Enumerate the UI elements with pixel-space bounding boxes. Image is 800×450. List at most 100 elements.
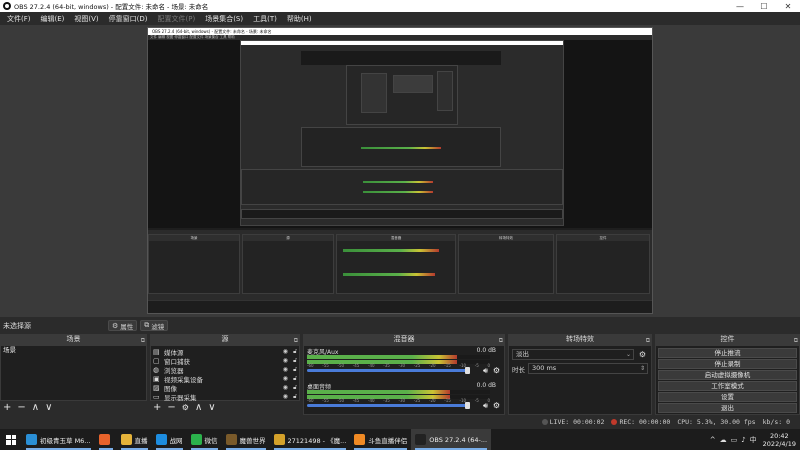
move-up-icon[interactable]: ∧ xyxy=(32,401,39,415)
move-up-icon[interactable]: ∧ xyxy=(195,401,202,415)
obs-window: OBS 27.2.4 (64-bit, windows) - 配置文件: 未命名… xyxy=(0,0,800,450)
lock-icon[interactable]: 🔓︎ xyxy=(293,366,297,374)
transitions-dock: 转场特效 ⧉ 淡出 ⌄ ⚙ 时长 300 ms ⇕ xyxy=(508,334,652,415)
lock-icon[interactable]: 🔓︎ xyxy=(293,384,297,392)
app-icon xyxy=(98,434,110,445)
lock-icon[interactable]: 🔓︎ xyxy=(293,375,297,383)
visibility-icon[interactable]: ◉ xyxy=(283,384,288,391)
mixer-body: 麦克风/Aux 0.0 dB -60 -55 -50 -45 -40 -35 -30 -25-… xyxy=(303,345,505,415)
ime-indicator[interactable]: 中 xyxy=(750,435,757,445)
taskbar-douyu-app[interactable]: 斗鱼直播伴侣 xyxy=(350,429,411,450)
transition-select[interactable]: 淡出 ⌄ xyxy=(512,349,634,360)
app-icon xyxy=(354,434,366,445)
stop-streaming-button[interactable]: 停止推流 xyxy=(658,348,797,358)
taskbar-wow-app[interactable]: 魔兽世界 xyxy=(222,429,270,450)
volume-knob[interactable] xyxy=(465,402,470,409)
duration-label: 时长 xyxy=(512,365,525,374)
studio-mode-button[interactable]: 工作室模式 xyxy=(658,381,797,391)
network-icon[interactable]: ▭ xyxy=(731,436,738,444)
rec-indicator-icon xyxy=(611,419,618,425)
settings-button[interactable]: 设置 xyxy=(658,392,797,402)
volume-icon[interactable]: ♪ xyxy=(741,436,745,444)
menu-tools[interactable]: 工具(T) xyxy=(248,14,282,24)
nested-taskbar xyxy=(148,300,652,313)
start-virtual-camera-button[interactable]: 启动虚拟摄像机 xyxy=(658,370,797,380)
source-toolbar: 未选择源 ⚙ 属性 ⧉ 滤镜 xyxy=(0,317,800,334)
tray-overflow-icon[interactable]: ^ xyxy=(710,436,716,444)
stop-recording-button[interactable]: 停止录制 xyxy=(658,359,797,369)
lock-icon[interactable]: 🔓︎ xyxy=(293,357,297,365)
browser-icon: ◍ xyxy=(153,365,160,374)
menu-file[interactable]: 文件(F) xyxy=(2,14,36,24)
remove-source-icon[interactable]: − xyxy=(167,401,175,415)
start-button[interactable] xyxy=(0,429,22,450)
live-time: LIVE: 00:00:02 xyxy=(549,418,605,426)
sources-dock: 源 ⧉ ▤ 媒体源 ◉ 🔓︎ ▢ 窗口捕获 ◉ 🔓︎ ◍ 浏览器 ◉ 🔓︎ ▣ 视频采集设备 ◉ 🔓︎ ▨… xyxy=(150,334,300,415)
scene-item[interactable]: 场景 xyxy=(1,346,146,355)
remove-scene-icon[interactable]: − xyxy=(17,401,25,415)
nested-preview-area xyxy=(148,40,652,228)
app-icon xyxy=(26,434,37,445)
filter-icon: ⧉ xyxy=(144,321,150,329)
cloud-icon[interactable]: ☁ xyxy=(720,436,727,444)
menu-profile[interactable]: 配置文件(P) xyxy=(153,14,201,24)
taskbar-doc-app[interactable]: 27121498 - 《魔... xyxy=(270,429,351,450)
filters-button[interactable]: ⧉ 滤镜 xyxy=(140,320,169,331)
volume-knob[interactable] xyxy=(465,367,470,374)
live-indicator-icon xyxy=(541,419,548,425)
visibility-icon[interactable]: ◉ xyxy=(283,366,288,373)
duration-input[interactable]: 300 ms ⇕ xyxy=(528,363,648,374)
spin-icon[interactable]: ⇕ xyxy=(640,364,645,373)
preview-canvas[interactable]: OBS 27.2.4 (64-bit, windows) - 配置文件: 未命名… xyxy=(0,25,800,317)
nested-preview-capture: OBS 27.2.4 (64-bit, windows) - 配置文件: 未命名… xyxy=(147,27,653,314)
level-meter xyxy=(307,390,490,394)
volume-slider[interactable] xyxy=(307,404,470,407)
clock[interactable]: 20:42 2022/4/19 xyxy=(763,432,796,448)
speaker-icon[interactable]: 🔊︎ xyxy=(483,366,488,376)
meter-ticks: -60 -55 -50 -45 -40 -35 -30 -25 -20 -15 -10 -5 0 xyxy=(307,398,490,403)
speaker-icon[interactable]: 🔊︎ xyxy=(483,401,488,411)
recursive-obs-capture xyxy=(240,40,564,226)
taskbar-wechat-app[interactable]: 微信 xyxy=(187,429,222,450)
visibility-icon[interactable]: ◉ xyxy=(283,375,288,382)
mixer-channel-desktop: 桌面音频 0.0 dB -60 -55 -50 -45 -40 -35 -30 -25 -20-… xyxy=(307,382,500,411)
gear-icon[interactable]: ⚙ xyxy=(637,350,648,359)
lock-icon[interactable]: 🔓︎ xyxy=(293,348,297,356)
taskbar-browser-app[interactable]: 初级青玉草 M6... xyxy=(22,429,95,450)
visibility-icon[interactable]: ◉ xyxy=(283,393,288,400)
menu-view[interactable]: 视图(V) xyxy=(69,14,103,24)
sources-tools: + − ⚙ ∧ ∨ xyxy=(150,401,300,415)
add-source-icon[interactable]: + xyxy=(153,401,161,415)
app-icon xyxy=(225,434,237,445)
app-icon xyxy=(273,434,285,445)
mixer-channel-mic: 麦克风/Aux 0.0 dB -60 -55 -50 -45 -40 -35 -30 -25-… xyxy=(307,347,500,376)
visibility-icon[interactable]: ◉ xyxy=(283,357,288,364)
move-down-icon[interactable]: ∨ xyxy=(208,401,215,415)
gear-icon[interactable]: ⚙ xyxy=(493,366,500,375)
source-item[interactable]: ▭ 显示器采集 ◉ 🔓︎ xyxy=(151,392,299,402)
maximize-icon[interactable]: ☐ xyxy=(752,0,776,12)
menu-scene-collection[interactable]: 场景集合(S) xyxy=(200,14,248,24)
minimize-icon[interactable]: — xyxy=(728,0,752,12)
menu-help[interactable]: 帮助(H) xyxy=(282,14,317,24)
app-icon xyxy=(190,434,202,445)
exit-button[interactable]: 退出 xyxy=(658,403,797,413)
visibility-icon[interactable]: ◉ xyxy=(283,348,288,355)
menu-edit[interactable]: 编辑(E) xyxy=(36,14,70,24)
source-settings-icon[interactable]: ⚙ xyxy=(182,401,189,415)
taskbar-firefox-app[interactable] xyxy=(95,429,117,450)
menu-docks[interactable]: 停靠窗口(D) xyxy=(104,14,153,24)
lock-icon[interactable]: 🔓︎ xyxy=(293,393,297,401)
close-icon[interactable]: ✕ xyxy=(776,0,800,12)
gear-icon[interactable]: ⚙ xyxy=(493,401,500,410)
volume-slider[interactable] xyxy=(307,369,470,372)
move-down-icon[interactable]: ∨ xyxy=(45,401,52,415)
transitions-body: 淡出 ⌄ ⚙ 时长 300 ms ⇕ xyxy=(508,345,652,415)
taskbar-obs-app[interactable]: OBS 27.2.4 (64-... xyxy=(411,429,492,450)
taskbar-folder-app[interactable]: 直播 xyxy=(117,429,152,450)
taskbar-battlenet-app[interactable]: 战网 xyxy=(152,429,187,450)
nested-title: OBS 27.2.4 (64-bit, windows) - 配置文件: 未命名… xyxy=(148,28,652,35)
properties-button[interactable]: ⚙ 属性 xyxy=(108,320,138,331)
menu-bar: 文件(F) 编辑(E) 视图(V) 停靠窗口(D) 配置文件(P) 场景集合(S… xyxy=(0,12,800,25)
add-scene-icon[interactable]: + xyxy=(3,401,11,415)
